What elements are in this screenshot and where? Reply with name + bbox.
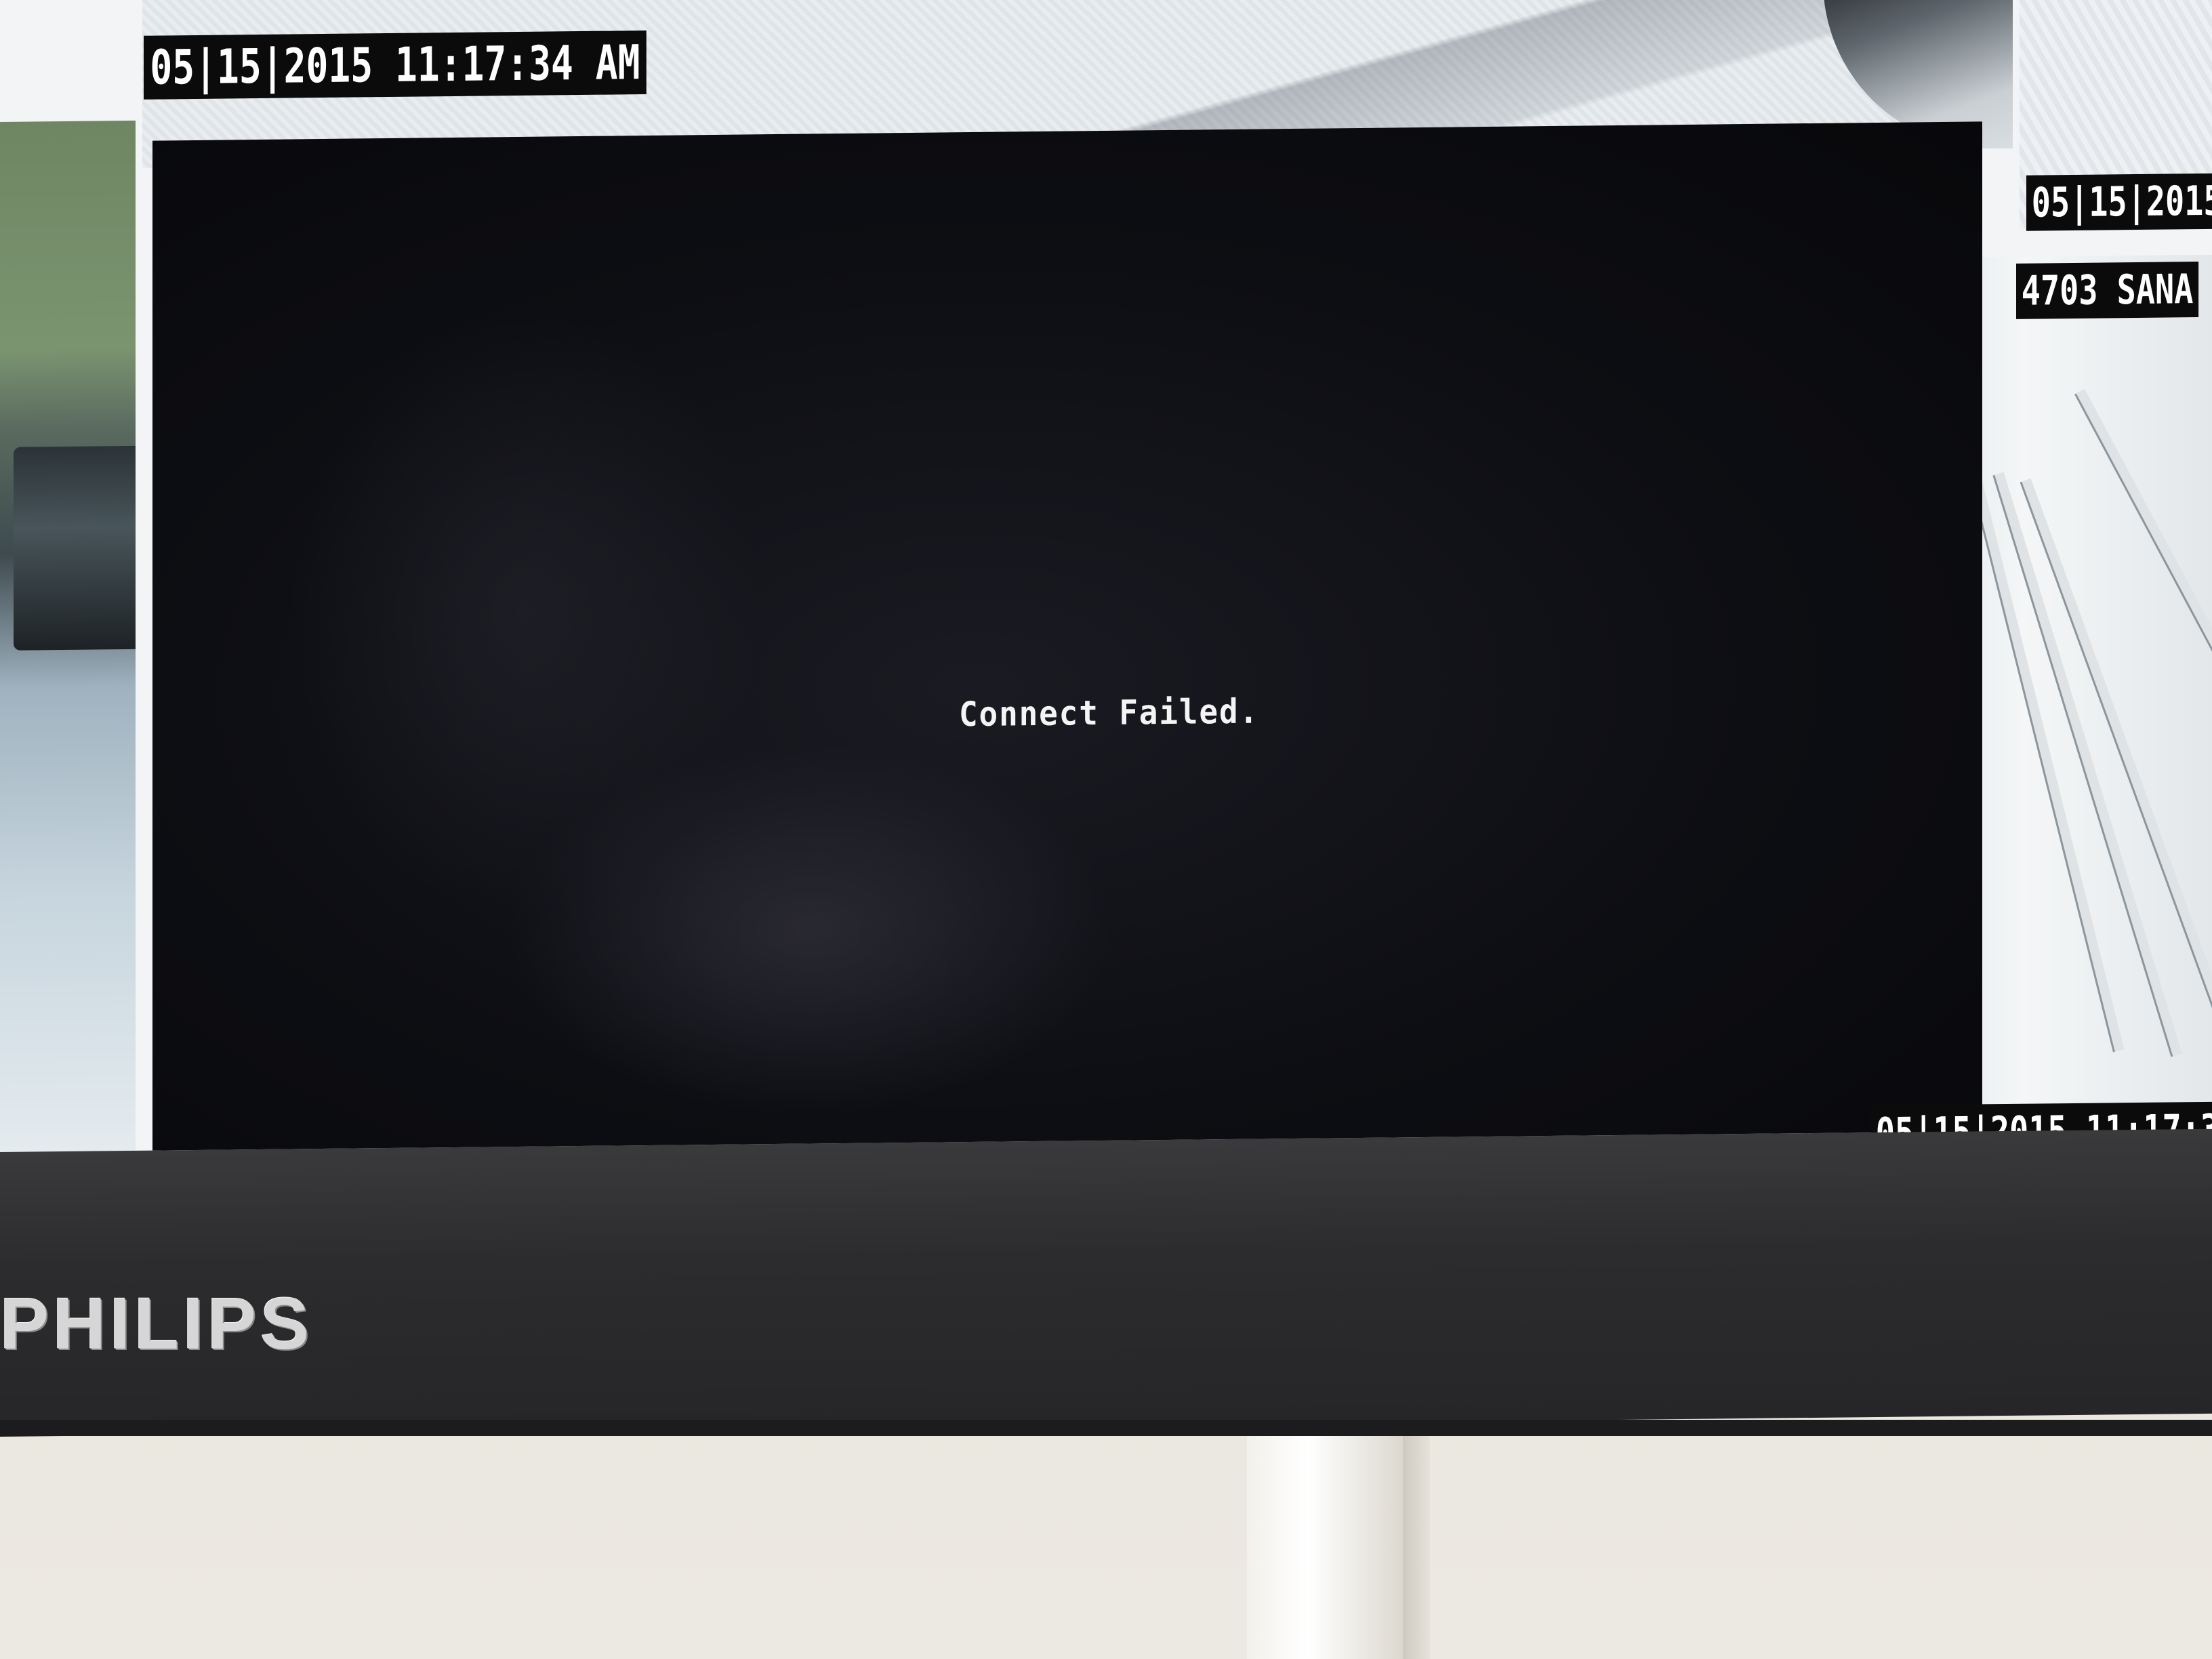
camera-tile-main[interactable]: Connect Failed. — [152, 121, 1982, 1151]
camera-tile-left[interactable] — [0, 120, 136, 1153]
camera-title-right: 4703 SANA — [2016, 262, 2199, 319]
camera-scene-vehicle — [14, 445, 136, 651]
camera-scene-cable — [1992, 472, 2182, 1057]
monitor-bezel — [0, 1128, 2212, 1437]
camera-timestamp-top: 05|15|2015 11:17:34 AM — [144, 30, 647, 100]
monitor-screen: Connect Failed. 05|15|2015 11:17:34 AM 0… — [0, 0, 2212, 1193]
monitor-bezel-edge — [0, 1420, 2212, 1436]
camera-timestamp-top-right: 05|15|2015 — [2026, 173, 2212, 231]
connection-status-message: Connect Failed. — [959, 691, 1260, 735]
brand-logo: PHILIPS — [0, 1282, 314, 1364]
wall-corner-shadow — [1403, 1430, 1430, 1659]
wall-corner — [1247, 1430, 1403, 1659]
screen-reflection — [505, 740, 1115, 1120]
